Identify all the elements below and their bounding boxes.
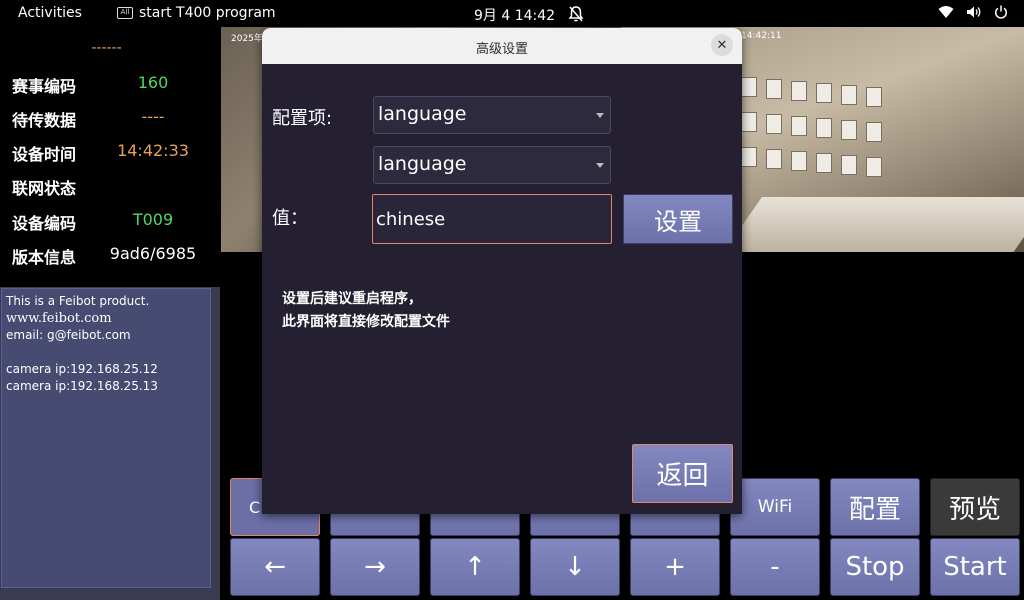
minus-button[interactable]: - bbox=[730, 538, 820, 596]
hint-line: 此界面将直接修改配置文件 bbox=[282, 314, 450, 330]
info-value: 14:42:33 bbox=[117, 141, 189, 160]
top-bar: Activities All start T400 program 9月 4 1… bbox=[0, 0, 1024, 27]
chevron-down-icon bbox=[596, 163, 604, 168]
bell-muted-icon bbox=[568, 5, 584, 27]
wall-frame bbox=[841, 120, 857, 140]
advanced-settings-dialog: 高级设置 ✕ 配置项: language language 值： 设置 设置后建… bbox=[262, 28, 742, 514]
value-label: 值： bbox=[272, 208, 308, 229]
back-button[interactable]: 返回 bbox=[632, 444, 733, 503]
hint-text: 设置后建议重启程序， 此界面将直接修改配置文件 bbox=[282, 288, 450, 334]
wall-frame bbox=[841, 155, 857, 175]
app-icon: All bbox=[117, 7, 133, 19]
clock[interactable]: 9月 4 14:42 bbox=[474, 5, 555, 25]
wall-frame bbox=[816, 118, 832, 138]
dialog-header[interactable]: 高级设置 ✕ bbox=[262, 28, 742, 64]
wall-frame bbox=[741, 147, 757, 167]
info-label: 赛事编码 bbox=[12, 77, 77, 96]
info-row-network-status: 联网状态 bbox=[12, 175, 212, 199]
wall-frame bbox=[766, 79, 782, 99]
config-button[interactable]: 配置 bbox=[830, 478, 920, 536]
info-value: ---- bbox=[141, 107, 165, 126]
dropdown-value: language bbox=[378, 153, 467, 175]
info-label: 版本信息 bbox=[12, 248, 77, 267]
preview-button[interactable]: 预览 bbox=[930, 478, 1020, 536]
wall-frame bbox=[866, 122, 882, 142]
wall-frame bbox=[741, 112, 757, 132]
left-arrow-button[interactable]: ← bbox=[230, 538, 320, 596]
status-header: ------ bbox=[91, 40, 122, 56]
info-value: T009 bbox=[132, 210, 174, 229]
info-value: 9ad6/6985 bbox=[109, 244, 197, 263]
chevron-down-icon bbox=[596, 113, 604, 118]
wall-frame bbox=[841, 85, 857, 105]
info-line: This is a Feibot product. bbox=[6, 294, 150, 308]
info-row-pending-data: 待传数据 ---- bbox=[12, 107, 212, 131]
volume-icon bbox=[966, 5, 982, 23]
dialog-title: 高级设置 bbox=[475, 42, 528, 57]
info-line: www.feibot.com bbox=[6, 311, 112, 326]
info-row-device-time: 设备时间 14:42:33 bbox=[12, 141, 212, 165]
close-icon[interactable]: ✕ bbox=[711, 34, 733, 56]
product-info-box: This is a Feibot product. www.feibot.com… bbox=[1, 288, 211, 588]
app-name: start T400 program bbox=[139, 5, 276, 21]
wall-frame bbox=[766, 149, 782, 169]
config-key-dropdown[interactable]: language bbox=[373, 146, 611, 184]
dropdown-value: language bbox=[378, 103, 467, 125]
wifi-icon bbox=[938, 5, 954, 23]
down-arrow-button[interactable]: ↓ bbox=[530, 538, 620, 596]
wall-frame bbox=[866, 157, 882, 177]
info-label: 待传数据 bbox=[12, 111, 77, 130]
info-line: email: g@feibot.com bbox=[6, 328, 131, 342]
stop-button[interactable]: Stop bbox=[830, 538, 920, 596]
info-label: 联网状态 bbox=[12, 179, 77, 198]
wall-frame bbox=[816, 83, 832, 103]
info-value: 160 bbox=[137, 73, 169, 92]
info-row-event-code: 赛事编码 160 bbox=[12, 73, 212, 97]
info-label: 设备编码 bbox=[12, 214, 77, 233]
wall-frame bbox=[791, 116, 807, 136]
info-row-device-code: 设备编码 T009 bbox=[12, 210, 212, 234]
wall-frame bbox=[791, 151, 807, 171]
camera-timestamp: 2025年 bbox=[231, 34, 263, 44]
system-tray[interactable] bbox=[938, 5, 1008, 23]
lit-floor bbox=[719, 197, 1024, 252]
right-arrow-button[interactable]: → bbox=[330, 538, 420, 596]
info-label: 设备时间 bbox=[12, 145, 77, 164]
config-item-label: 配置项: bbox=[272, 108, 333, 129]
camera-timestamp: 14:42:11 bbox=[741, 31, 782, 41]
wall-frame bbox=[791, 81, 807, 101]
activities-button[interactable]: Activities bbox=[18, 5, 82, 21]
info-line: camera ip:192.168.25.13 bbox=[6, 379, 158, 393]
set-button[interactable]: 设置 bbox=[623, 194, 733, 244]
status-panel: ------ 赛事编码 160 待传数据 ---- 设备时间 14:42:33 … bbox=[0, 27, 220, 287]
app-menu[interactable]: All start T400 program bbox=[117, 5, 276, 21]
wall-frame bbox=[766, 114, 782, 134]
start-button[interactable]: Start bbox=[930, 538, 1020, 596]
power-icon bbox=[994, 5, 1008, 23]
info-row-version: 版本信息 9ad6/6985 bbox=[12, 244, 212, 268]
plus-button[interactable]: + bbox=[630, 538, 720, 596]
up-arrow-button[interactable]: ↑ bbox=[430, 538, 520, 596]
config-section-dropdown[interactable]: language bbox=[373, 96, 611, 134]
wall-frame bbox=[741, 77, 757, 97]
value-input[interactable] bbox=[372, 194, 612, 244]
info-line: camera ip:192.168.25.12 bbox=[6, 362, 158, 376]
wall-frame bbox=[816, 153, 832, 173]
wall-frame bbox=[866, 87, 882, 107]
hint-line: 设置后建议重启程序， bbox=[282, 291, 422, 307]
wifi-button[interactable]: WiFi bbox=[730, 478, 820, 536]
